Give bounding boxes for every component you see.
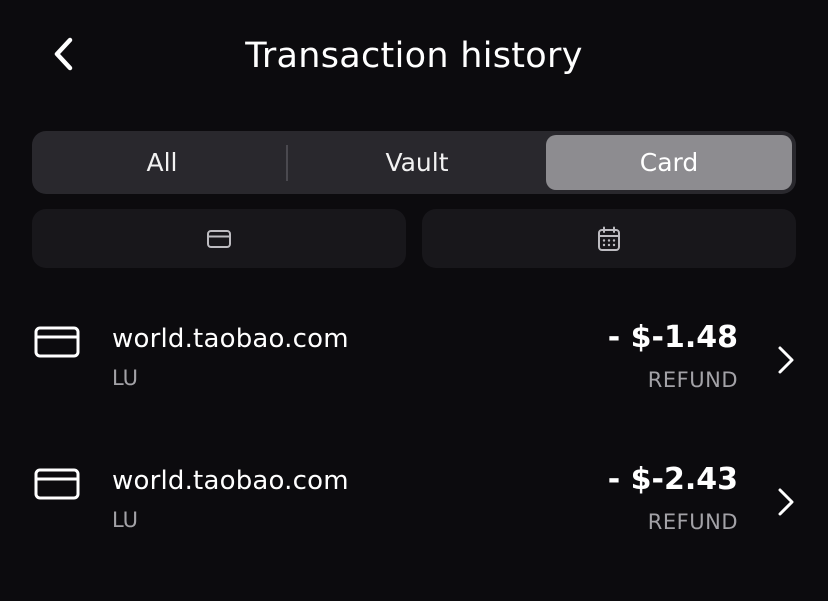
chevron-right-icon — [778, 346, 794, 374]
calendar-icon — [598, 226, 620, 251]
credit-card-icon — [207, 229, 231, 248]
transaction-row[interactable]: world.taobao.com LU - $-2.43 REFUND — [0, 448, 828, 558]
tab-vault[interactable]: Vault — [288, 135, 546, 190]
date-filter-button[interactable] — [422, 209, 796, 268]
transaction-country: LU — [112, 366, 139, 390]
transaction-merchant: world.taobao.com — [112, 324, 349, 354]
transaction-status: REFUND — [647, 510, 738, 534]
chevron-right-icon — [778, 488, 794, 516]
tab-card[interactable]: Card — [546, 135, 792, 190]
transaction-amount: - $-2.43 — [607, 462, 738, 497]
credit-card-icon — [34, 468, 80, 500]
transaction-country: LU — [112, 508, 139, 532]
page-title: Transaction history — [245, 36, 583, 76]
transaction-amount: - $-1.48 — [607, 320, 738, 355]
transaction-merchant: world.taobao.com — [112, 466, 349, 496]
tab-divider — [286, 145, 288, 181]
transaction-history-screen: Transaction history All Vault Card world… — [0, 0, 828, 601]
tab-bar: All Vault Card — [32, 131, 796, 194]
credit-card-icon — [34, 326, 80, 358]
card-filter-button[interactable] — [32, 209, 406, 268]
transaction-status: REFUND — [647, 368, 738, 392]
transaction-row[interactable]: world.taobao.com LU - $-1.48 REFUND — [0, 306, 828, 416]
tab-all[interactable]: All — [36, 135, 288, 190]
